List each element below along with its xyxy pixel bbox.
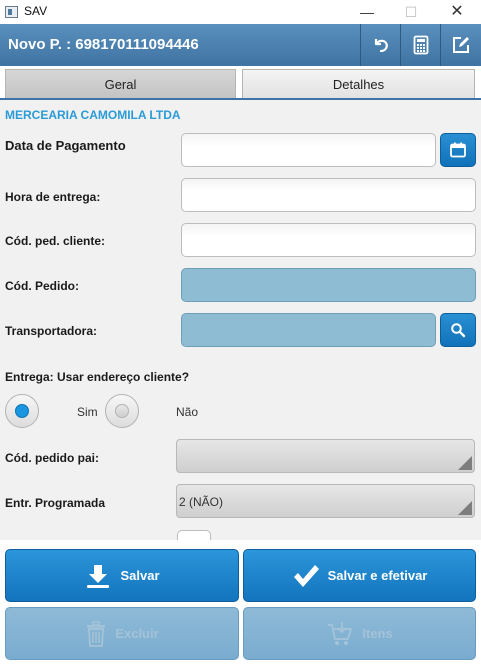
app-header: Novo P. : 698170111094446	[0, 24, 481, 66]
save-button[interactable]: Salvar	[5, 549, 239, 602]
payment-date-field[interactable]	[181, 133, 436, 167]
partial-field[interactable]	[177, 530, 211, 540]
dropdown-corner-icon	[458, 456, 472, 470]
checkmark-icon	[293, 564, 319, 587]
download-icon	[87, 564, 110, 588]
items-button-label: Itens	[362, 626, 393, 641]
scheduled-delivery-select[interactable]: 2 (NÃO)	[176, 484, 475, 518]
tab-bar: Geral Detalhes	[0, 66, 481, 100]
action-bar: Salvar Salvar e efetivar Excluir Itens	[0, 540, 481, 666]
tab-geral[interactable]: Geral	[5, 69, 236, 99]
edit-icon	[452, 37, 469, 53]
undo-button[interactable]	[360, 24, 400, 66]
calendar-button[interactable]	[440, 133, 476, 167]
items-button[interactable]: Itens	[243, 607, 476, 660]
delivery-address-label: Entrega: Usar endereço cliente?	[5, 370, 190, 384]
radio-dot-icon	[15, 404, 29, 418]
save-button-label: Salvar	[120, 568, 160, 583]
save-and-confirm-label: Salvar e efetivar	[327, 568, 428, 583]
minimize-button[interactable]: —	[347, 0, 387, 24]
radio-sim[interactable]	[5, 394, 39, 428]
customer-order-code-label: Cód. ped. cliente:	[5, 234, 106, 248]
order-code-field	[181, 268, 476, 302]
calculator-button[interactable]	[400, 24, 440, 66]
order-number: Novo P. : 698170111094446	[8, 36, 199, 53]
save-and-confirm-button[interactable]: Salvar e efetivar	[243, 549, 476, 602]
radio-sim-label: Sim	[77, 405, 98, 419]
search-icon	[451, 323, 466, 338]
calculator-icon	[413, 35, 428, 55]
delivery-time-field[interactable]	[181, 178, 476, 212]
close-button[interactable]: ✕	[437, 0, 477, 24]
payment-date-label: Data de Pagamento	[5, 138, 126, 153]
carrier-search-button[interactable]	[440, 313, 476, 347]
trash-icon	[87, 620, 106, 647]
order-code-label: Cód. Pedido:	[5, 279, 79, 293]
radio-dot-icon	[115, 404, 129, 418]
parent-order-code-select[interactable]	[176, 439, 475, 473]
window-titlebar: SAV — ☐ ✕	[0, 0, 481, 24]
delivery-time-label: Hora de entrega:	[5, 190, 101, 204]
customer-name: MERCEARIA CAMOMILA LTDA	[5, 108, 181, 122]
radio-nao-label: Não	[176, 405, 199, 419]
scheduled-delivery-value: 2 (NÃO)	[179, 495, 224, 509]
dropdown-corner-icon	[458, 501, 472, 515]
delete-button[interactable]: Excluir	[5, 607, 239, 660]
tab-detalhes[interactable]: Detalhes	[242, 69, 475, 99]
delete-button-label: Excluir	[115, 626, 159, 641]
radio-nao[interactable]	[105, 394, 139, 428]
edit-button[interactable]	[440, 24, 480, 66]
customer-order-code-field[interactable]	[181, 223, 476, 257]
cart-icon	[328, 621, 353, 645]
app-icon	[5, 6, 18, 18]
carrier-field[interactable]	[181, 313, 436, 347]
maximize-button[interactable]: ☐	[391, 0, 431, 24]
window-title: SAV	[24, 4, 48, 18]
undo-icon	[374, 39, 388, 53]
calendar-icon	[450, 142, 466, 158]
general-form: MERCEARIA CAMOMILA LTDA Data de Pagament…	[0, 100, 481, 540]
carrier-label: Transportadora:	[5, 324, 98, 338]
scheduled-delivery-label: Entr. Programada	[5, 496, 106, 510]
parent-order-code-label: Cód. pedido pai:	[5, 451, 99, 465]
